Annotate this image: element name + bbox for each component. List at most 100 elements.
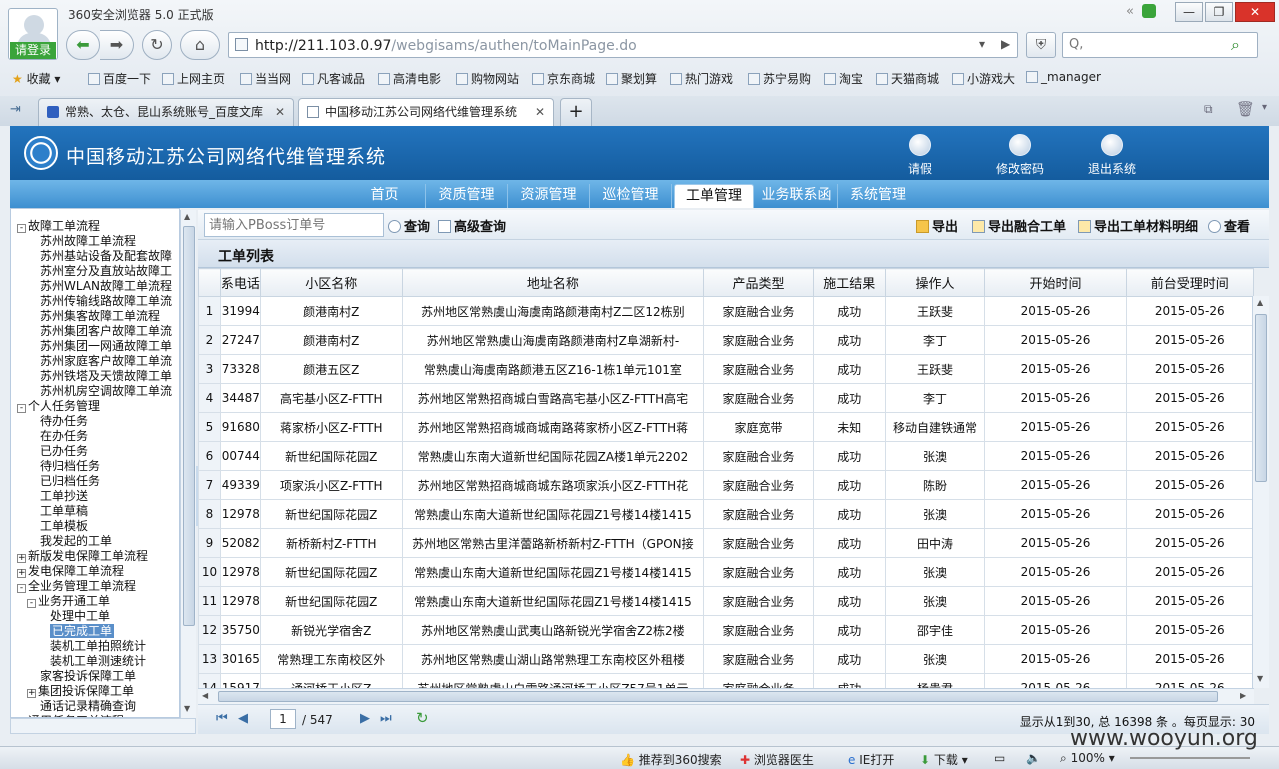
favorite-link[interactable]: 百度一下 bbox=[88, 70, 151, 87]
first-page-icon[interactable]: ⏮ bbox=[216, 711, 228, 726]
last-page-icon[interactable]: ⏭ bbox=[380, 711, 392, 726]
grid-hscrollbar[interactable]: ◀ ▶ bbox=[198, 688, 1254, 704]
favorite-link[interactable]: 当当网 bbox=[240, 70, 291, 87]
pboss-order-input[interactable] bbox=[204, 213, 384, 237]
table-row[interactable]: 11 12978 新世纪国际花园Z 常熟虞山东南大道新世纪国际花园Z1号楼14楼141… bbox=[198, 586, 1254, 616]
tree-item[interactable]: 装机工单拍照统计 bbox=[37, 639, 146, 654]
scroll-right-icon[interactable]: ▶ bbox=[1240, 691, 1246, 700]
tree-item[interactable]: 待办任务 bbox=[27, 414, 88, 429]
nav-business-letter[interactable]: 业务联系函 bbox=[756, 184, 838, 208]
nav-home[interactable]: 首页 bbox=[344, 184, 426, 208]
tree-hscrollbar[interactable] bbox=[10, 718, 196, 734]
search-engine-icon[interactable]: Q, bbox=[1069, 37, 1083, 52]
tree-item[interactable]: 装机工单测速统计 bbox=[37, 654, 146, 669]
column-header[interactable]: 开始时间 bbox=[984, 268, 1127, 297]
window-icon[interactable]: ▭ bbox=[994, 751, 1005, 765]
table-row[interactable]: 3 73328 颜港五区Z 常熟虞山海虞南路颜港五区Z16-1栋1单元101室 家庭融合… bbox=[198, 354, 1254, 384]
table-row[interactable]: 10 12978 新世纪国际花园Z 常熟虞山东南大道新世纪国际花园Z1号楼14楼141… bbox=[198, 557, 1254, 587]
tree-item[interactable]: + 集团投诉保障工单 bbox=[27, 684, 134, 699]
tree-item[interactable]: 工单草稿 bbox=[27, 504, 88, 519]
search-box[interactable]: Q, ⌕ bbox=[1062, 32, 1258, 58]
scroll-up-icon[interactable]: ▲ bbox=[1257, 298, 1263, 307]
browser-doctor-button[interactable]: ✚ 浏览器医生 bbox=[740, 751, 814, 768]
advanced-query-button[interactable]: 高级查询 bbox=[438, 216, 506, 235]
chevron-left-icon[interactable]: « bbox=[1126, 4, 1134, 19]
column-header[interactable]: 前台受理时间 bbox=[1125, 268, 1254, 297]
column-header[interactable]: 地址名称 bbox=[401, 268, 705, 297]
tree-item[interactable]: 家客投诉保障工单 bbox=[27, 669, 136, 684]
tree-item[interactable]: 在办任务 bbox=[27, 429, 88, 444]
export-button[interactable]: 导出 bbox=[916, 216, 958, 235]
refresh-icon[interactable]: ↻ bbox=[416, 709, 429, 727]
scroll-thumb[interactable] bbox=[183, 226, 195, 626]
favorite-link[interactable]: 聚划算 bbox=[606, 70, 657, 87]
tree-item[interactable]: - 个人任务管理 bbox=[17, 399, 100, 414]
expand-node-icon[interactable]: + bbox=[27, 689, 36, 698]
home-button[interactable]: ⌂ bbox=[180, 30, 220, 60]
new-tab-button[interactable]: + bbox=[560, 98, 592, 126]
favorite-link[interactable]: 淘宝 bbox=[824, 70, 863, 87]
tree-scrollbar[interactable]: ▲ ▼ bbox=[180, 210, 196, 718]
tree-item[interactable]: 通话记录精确查询 bbox=[27, 699, 136, 714]
tree-item[interactable]: 苏州故障工单流程 bbox=[27, 234, 136, 249]
column-header[interactable]: 施工结果 bbox=[812, 268, 886, 297]
favorite-link[interactable]: 高清电影 bbox=[378, 70, 441, 87]
download-button[interactable]: ⬇ 下载 ▾ bbox=[920, 751, 968, 768]
nav-resource[interactable]: 资源管理 bbox=[508, 184, 590, 208]
minimize-button[interactable]: — bbox=[1175, 2, 1203, 22]
grid-vscrollbar[interactable]: ▲ ▼ bbox=[1252, 296, 1269, 688]
tree-item[interactable]: 工单模板 bbox=[27, 519, 88, 534]
table-row[interactable]: 9 52082 新桥新村Z-FTTH 苏州地区常熟古里洋蕾路新桥新村Z-FTTH（GP… bbox=[198, 528, 1254, 558]
tab-list-icon[interactable]: ⧉ bbox=[1204, 102, 1213, 117]
sidebar-toggle-icon[interactable]: ⇥ bbox=[10, 102, 21, 117]
dropdown-arrow-icon[interactable]: ▾ bbox=[1262, 102, 1267, 113]
favorite-link[interactable]: 购物网站 bbox=[456, 70, 519, 87]
tree-item[interactable]: - 故障工单流程 bbox=[17, 219, 100, 234]
zoom-level[interactable]: ⌕ 100% ▾ bbox=[1060, 751, 1115, 766]
logout-button[interactable]: 退出系统 bbox=[1088, 134, 1136, 177]
tree-item[interactable]: 苏州室分及直放站故障工 bbox=[27, 264, 172, 279]
export-fusion-button[interactable]: 导出融合工单 bbox=[972, 216, 1066, 235]
shirt-icon[interactable] bbox=[1142, 4, 1156, 18]
dropdown-arrow-icon[interactable]: ▾ bbox=[979, 37, 985, 51]
expand-node-icon[interactable]: + bbox=[17, 569, 26, 578]
back-button[interactable]: ⬅ bbox=[66, 30, 100, 60]
page-number-input[interactable]: 1 bbox=[270, 709, 296, 729]
tree-item[interactable]: - 全业务管理工单流程 bbox=[17, 579, 136, 594]
url-text[interactable]: http://211.103.0.97/webgisams/authen/toM… bbox=[255, 38, 637, 54]
table-row[interactable]: 2 27247 颜港南村Z 苏州地区常熟虞山海虞南路颜港南村Z阜湖新村- 家庭融合业务成… bbox=[198, 325, 1254, 355]
tree-item[interactable]: 苏州机房空调故障工单流 bbox=[27, 384, 172, 399]
collapse-node-icon[interactable]: - bbox=[17, 224, 26, 233]
collapse-node-icon[interactable]: - bbox=[17, 584, 26, 593]
view-button[interactable]: 查看 bbox=[1208, 216, 1250, 235]
leave-button[interactable]: 请假 bbox=[908, 134, 932, 177]
column-header[interactable]: 系电话 bbox=[219, 268, 261, 297]
favorite-link[interactable]: _manager bbox=[1026, 70, 1101, 84]
collapse-node-icon[interactable]: - bbox=[17, 404, 26, 413]
scroll-thumb[interactable] bbox=[218, 691, 1218, 702]
tree-item[interactable]: 苏州传输线路故障工单流 bbox=[27, 294, 172, 309]
table-row[interactable]: 12 35750 新锐光学宿舍Z 苏州地区常熟虞山武夷山路新锐光学宿舍Z2栋2楼 家庭融… bbox=[198, 615, 1254, 645]
close-tab-icon[interactable]: ✕ bbox=[535, 99, 545, 125]
close-tab-icon[interactable]: ✕ bbox=[275, 99, 285, 125]
table-row[interactable]: 1415917通河桥王小区Z苏州地区常熟虞山白雪路通河桥王小区Z57号1单元家庭… bbox=[198, 673, 1254, 688]
table-row[interactable]: 8 12978 新世纪国际花园Z 常熟虞山东南大道新世纪国际花园Z1号楼14楼1415… bbox=[198, 499, 1254, 529]
search-icon[interactable]: ⌕ bbox=[1231, 35, 1240, 55]
query-button[interactable]: 查询 bbox=[388, 216, 430, 235]
export-materials-button[interactable]: 导出工单材料明细 bbox=[1078, 216, 1198, 235]
favorite-link[interactable]: 天猫商城 bbox=[876, 70, 939, 87]
ie-open-button[interactable]: e IE打开 bbox=[848, 751, 894, 768]
address-bar[interactable]: http://211.103.0.97/webgisams/authen/toM… bbox=[228, 32, 1018, 58]
favorite-link[interactable]: 苏宁易购 bbox=[748, 70, 811, 87]
tree-item[interactable]: 苏州基站设备及配套故障 bbox=[27, 249, 172, 264]
column-header[interactable]: 产品类型 bbox=[703, 268, 814, 297]
nav-workorder[interactable]: 工单管理 bbox=[674, 184, 754, 208]
tree-item[interactable]: 苏州铁塔及天馈故障工单 bbox=[27, 369, 172, 384]
favorite-link[interactable]: 热门游戏 bbox=[670, 70, 733, 87]
tree-item[interactable]: 苏州集客故障工单流程 bbox=[27, 309, 160, 324]
favorites-menu[interactable]: ★ 收藏 ▾ bbox=[12, 70, 60, 87]
scroll-down-icon[interactable]: ▼ bbox=[184, 704, 190, 713]
expand-node-icon[interactable]: + bbox=[17, 554, 26, 563]
nav-system[interactable]: 系统管理 bbox=[838, 184, 918, 208]
scroll-down-icon[interactable]: ▼ bbox=[1257, 674, 1263, 683]
